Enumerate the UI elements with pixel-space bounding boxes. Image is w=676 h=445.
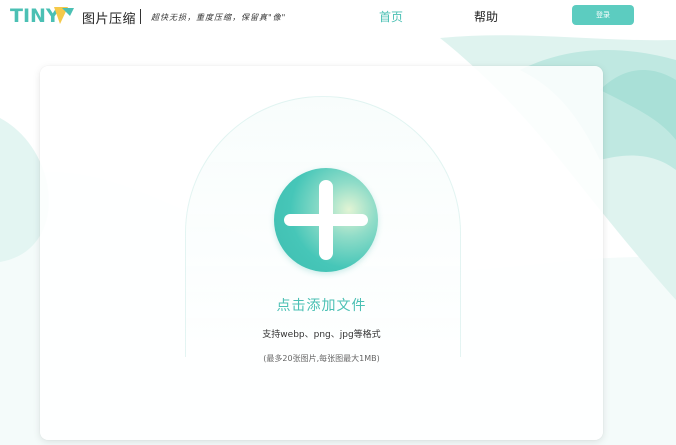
tinyg-logo[interactable]: TINY: [10, 4, 74, 26]
add-file-button[interactable]: [274, 168, 378, 272]
upload-limit-text: (最多20张图片,每张图最大1MB): [263, 354, 380, 363]
plus-icon-bar: [284, 214, 368, 226]
login-button[interactable]: 登录: [572, 5, 634, 25]
svg-text:TINY: TINY: [10, 5, 60, 26]
nav-home[interactable]: 首页: [379, 8, 403, 25]
brand-name: 图片压缩: [82, 12, 137, 27]
supported-formats-text: 支持webp、png、jpg等格式: [262, 330, 381, 340]
upload-card: 点击添加文件 支持webp、png、jpg等格式 (最多20张图片,每张图最大1…: [40, 66, 603, 440]
top-header: TINY 图片压缩 超快无损，重度压缩，保留真"像" 首页 帮助 登录: [0, 0, 676, 34]
brand-divider: [140, 9, 141, 24]
add-file-label[interactable]: 点击添加文件: [40, 295, 603, 315]
nav-help[interactable]: 帮助: [474, 8, 498, 25]
slogan: 超快无损，重度压缩，保留真"像": [151, 13, 287, 22]
